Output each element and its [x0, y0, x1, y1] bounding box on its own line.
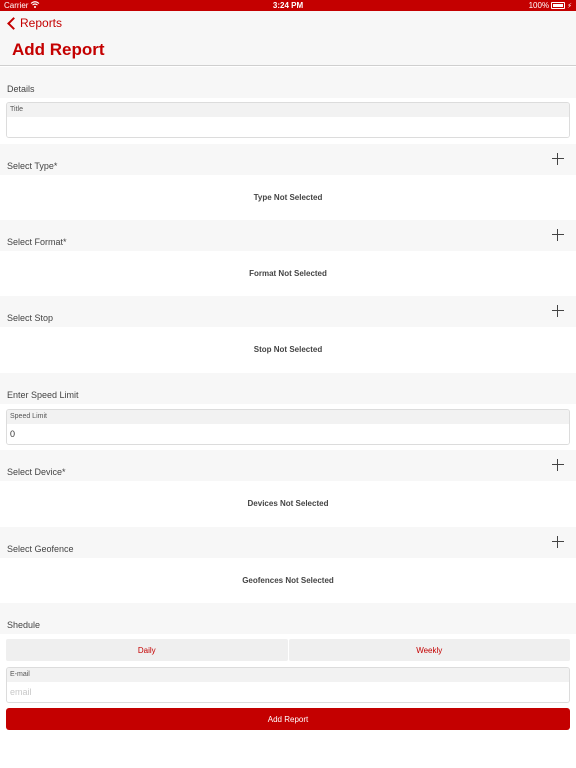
- page-title: Add Report: [12, 40, 105, 59]
- format-section-header: Select Format*: [0, 220, 576, 251]
- title-field-label: Title: [7, 103, 569, 117]
- format-header-label: Select Format*: [7, 237, 67, 247]
- back-label: Reports: [20, 16, 63, 30]
- battery-icon: [551, 2, 566, 9]
- details-header-label: Details: [7, 84, 35, 94]
- battery-percent: 100%: [528, 1, 550, 10]
- email-field-label: E-mail: [7, 668, 569, 682]
- add-type-plus-icon[interactable]: [552, 153, 564, 165]
- back-button[interactable]: Reports: [6, 16, 62, 30]
- device-section-header: Select Device*: [0, 450, 576, 481]
- chevron-left-icon: [7, 16, 20, 30]
- speed-section-header: Enter Speed Limit: [0, 373, 576, 404]
- add-stop-plus-icon[interactable]: [552, 305, 564, 317]
- speed-limit-input[interactable]: [7, 424, 569, 444]
- schedule-section-header: Shedule: [0, 603, 576, 634]
- battery-status: 100% ⚡: [529, 1, 572, 10]
- status-bar: Carrier 3:24 PM 100% ⚡: [0, 0, 576, 11]
- geofence-section-header: Select Geofence: [0, 527, 576, 558]
- add-report-button[interactable]: Add Report: [6, 708, 570, 730]
- type-empty-state: Type Not Selected: [0, 175, 576, 220]
- speed-limit-label: Speed Limit: [7, 410, 569, 424]
- add-format-plus-icon[interactable]: [552, 229, 564, 241]
- geofence-empty-state: Geofences Not Selected: [0, 558, 576, 603]
- email-field: E-mail: [6, 667, 570, 703]
- speed-limit-field: Speed Limit: [6, 409, 570, 445]
- details-section-header: Details: [0, 67, 576, 98]
- clock: 3:24 PM: [272, 1, 304, 10]
- charging-icon: ⚡: [567, 2, 572, 10]
- stop-empty-state: Stop Not Selected: [0, 327, 576, 372]
- email-input[interactable]: [7, 682, 569, 702]
- navigation-bar: Reports Add Report: [0, 11, 576, 66]
- title-field: Title: [6, 102, 570, 138]
- device-header-label: Select Device*: [7, 467, 66, 477]
- title-input[interactable]: [7, 117, 569, 137]
- schedule-header-label: Shedule: [7, 620, 41, 630]
- type-header-label: Select Type*: [7, 161, 58, 171]
- daily-button[interactable]: Daily: [6, 639, 288, 661]
- schedule-segmented-control: Daily Weekly: [6, 639, 570, 661]
- format-empty-state: Format Not Selected: [0, 251, 576, 296]
- type-section-header: Select Type*: [0, 144, 576, 175]
- weekly-button[interactable]: Weekly: [288, 639, 570, 661]
- geofence-header-label: Select Geofence: [7, 544, 74, 554]
- device-empty-state: Devices Not Selected: [0, 481, 576, 526]
- speed-header-label: Enter Speed Limit: [7, 390, 79, 400]
- stop-section-header: Select Stop: [0, 296, 576, 327]
- add-geofence-plus-icon[interactable]: [552, 536, 564, 548]
- add-device-plus-icon[interactable]: [552, 459, 564, 471]
- stop-header-label: Select Stop: [7, 313, 54, 323]
